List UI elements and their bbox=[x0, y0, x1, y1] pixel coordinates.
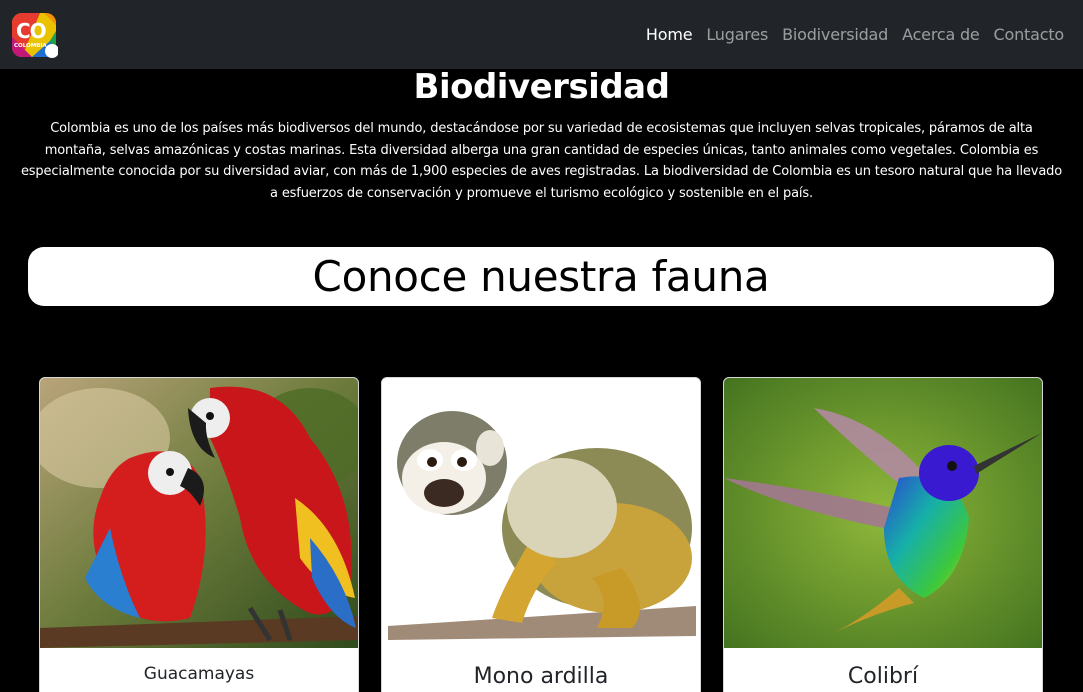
nav-link-biodiversidad[interactable]: Biodiversidad bbox=[775, 25, 895, 44]
colombia-logo[interactable]: CO COLOMBIA bbox=[10, 11, 59, 59]
nav-link-home[interactable]: Home bbox=[639, 25, 699, 44]
card-title-colibri: Colibrí bbox=[847, 664, 919, 689]
macaws-photo bbox=[40, 378, 358, 648]
card-title-guacamayas: Guacamayas bbox=[143, 664, 255, 684]
fauna-card-mono-ardilla[interactable]: Mono ardilla bbox=[381, 377, 701, 692]
intro-paragraph: Colombia es uno de los países más biodiv… bbox=[20, 121, 1063, 201]
fauna-card-colibri[interactable]: Colibrí bbox=[723, 377, 1043, 692]
nav-link-lugares[interactable]: Lugares bbox=[699, 25, 775, 44]
top-navbar: CO COLOMBIA Home Lugares Biodiversidad A… bbox=[0, 0, 1083, 69]
fauna-heading-banner: Conoce nuestra fauna bbox=[28, 247, 1054, 306]
logo-text: CO bbox=[16, 18, 47, 43]
card-title-mono-ardilla: Mono ardilla bbox=[473, 664, 609, 689]
logo-subtext: COLOMBIA bbox=[14, 42, 47, 49]
squirrel-monkey-photo bbox=[382, 378, 700, 648]
fauna-card-guacamayas[interactable]: Guacamayas bbox=[39, 377, 359, 692]
hummingbird-photo bbox=[724, 378, 1042, 648]
nav-link-acerca-de[interactable]: Acerca de bbox=[895, 25, 986, 44]
nav-links: Home Lugares Biodiversidad Acerca de Con… bbox=[639, 25, 1071, 44]
page-title: Biodiversidad bbox=[413, 67, 670, 107]
fauna-heading: Conoce nuestra fauna bbox=[312, 252, 770, 301]
nav-link-contacto[interactable]: Contacto bbox=[987, 25, 1071, 44]
